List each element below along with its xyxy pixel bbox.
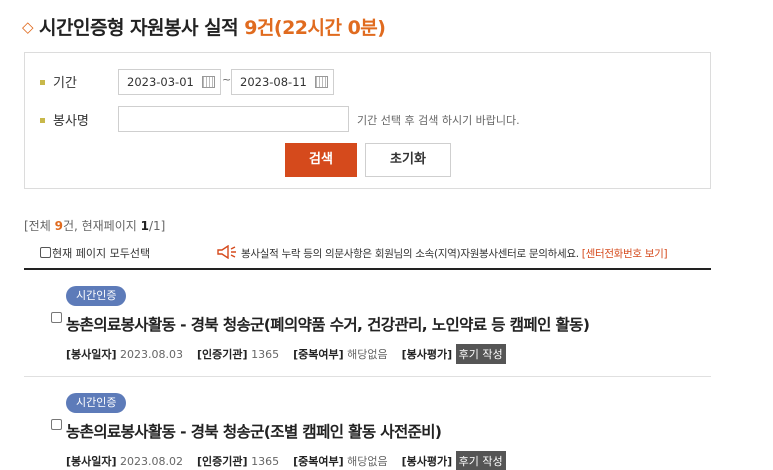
summary-prefix: [전체 (24, 219, 55, 233)
item-separator (24, 376, 711, 377)
item-meta: [봉사일자] 2023.08.02 [인증기관] 1365 [중복여부] 해당없음 [… (66, 451, 506, 470)
date-label: [봉사일자] (66, 455, 117, 468)
org-value: 1365 (251, 455, 280, 468)
search-hint: 기간 선택 후 검색 하시기 바랍니다. (357, 114, 520, 127)
item-checkbox[interactable] (51, 419, 62, 430)
org-value: 1365 (251, 348, 280, 361)
org-label: [인증기관] (197, 455, 248, 468)
search-panel: 기간 2023-03-01 ~ 2023-08-11 봉사명 기간 선택 후 검… (24, 52, 711, 189)
list-divider (24, 268, 711, 270)
dup-value: 해당없음 (347, 455, 388, 468)
center-phone-link[interactable]: [센터전화번호 보기] (582, 248, 668, 260)
calendar-icon[interactable] (202, 76, 215, 88)
item-title[interactable]: 농촌의료봉사활동 - 경북 청송군(조별 캠페인 활동 사전준비) (66, 420, 442, 442)
calendar-icon[interactable] (315, 76, 328, 88)
square-bullet-icon (40, 80, 45, 85)
megaphone-icon (217, 244, 236, 260)
summary-page: 1 (140, 219, 149, 233)
date-value: 2023.08.02 (120, 455, 184, 468)
page-title: ◇ 시간인증형 자원봉사 실적 9건(22시간 0분) (22, 13, 386, 40)
summary-total: 9 (54, 219, 63, 233)
summary-suffix: /1] (148, 219, 166, 233)
start-date-input[interactable]: 2023-03-01 (118, 69, 221, 95)
end-date-value: 2023-08-11 (240, 75, 307, 89)
title-count: 9건(22시간 0분) (244, 17, 386, 39)
title-text: 시간인증형 자원봉사 실적 (39, 17, 239, 39)
period-label: 기간 (53, 76, 77, 91)
dup-value: 해당없음 (347, 348, 388, 361)
dup-label: [중복여부] (293, 348, 344, 361)
eval-label: [봉사평가] (401, 455, 453, 468)
name-label: 봉사명 (53, 114, 89, 129)
notice-text: 봉사실적 누락 등의 의문사항은 회원님의 소속(지역)자원봉사센터로 문의하세… (241, 248, 579, 260)
summary-middle: 건, 현재페이지 (62, 219, 141, 233)
write-review-button[interactable]: 후기 작성 (455, 451, 506, 470)
org-label: [인증기관] (197, 348, 248, 361)
square-bullet-icon (40, 118, 45, 123)
item-meta: [봉사일자] 2023.08.03 [인증기관] 1365 [중복여부] 해당없음 [… (66, 344, 506, 364)
select-all-label: 현재 페이지 모두선택 (52, 247, 151, 260)
name-label-row: 봉사명 (40, 110, 89, 129)
start-date-value: 2023-03-01 (127, 75, 194, 89)
reset-button[interactable]: 초기화 (365, 143, 451, 177)
search-button[interactable]: 검색 (285, 143, 357, 177)
select-all-checkbox[interactable]: 현재 페이지 모두선택 (40, 245, 150, 261)
eval-label: [봉사평가] (401, 348, 453, 361)
period-label-row: 기간 (40, 72, 77, 91)
diamond-bullet-icon: ◇ (22, 18, 34, 36)
time-cert-badge: 시간인증 (66, 393, 127, 413)
checkbox-icon[interactable] (40, 247, 51, 258)
activity-name-input[interactable] (118, 106, 349, 132)
result-summary: [전체 9건, 현재페이지 1/1] (24, 217, 165, 234)
date-value: 2023.08.03 (120, 348, 184, 361)
notice-bar: 봉사실적 누락 등의 의문사항은 회원님의 소속(지역)자원봉사센터로 문의하세… (217, 243, 668, 261)
date-label: [봉사일자] (66, 348, 117, 361)
dup-label: [중복여부] (293, 455, 344, 468)
time-cert-badge: 시간인증 (66, 286, 127, 306)
date-range-separator: ~ (222, 73, 232, 86)
write-review-button[interactable]: 후기 작성 (455, 344, 506, 364)
end-date-input[interactable]: 2023-08-11 (231, 69, 334, 95)
item-checkbox[interactable] (51, 312, 62, 323)
item-title[interactable]: 농촌의료봉사활동 - 경북 청송군(폐의약품 수거, 건강관리, 노인약료 등 … (66, 313, 590, 335)
